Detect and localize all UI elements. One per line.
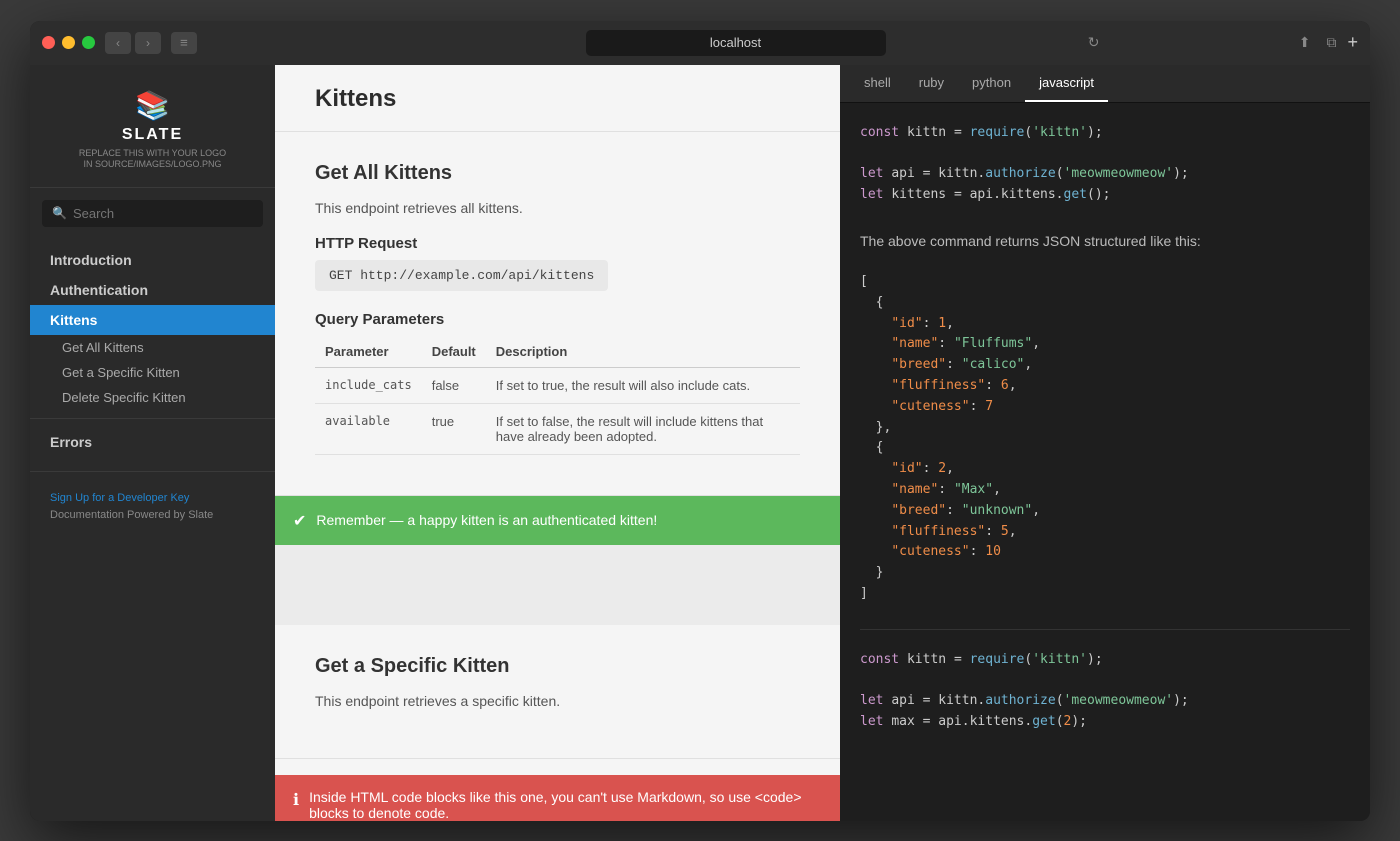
address-bar: localhost <box>586 30 886 56</box>
warning-icon: ℹ <box>293 790 299 810</box>
search-icon: 🔍 <box>52 206 67 220</box>
notice-red-text: Inside HTML code blocks like this one, y… <box>309 789 822 820</box>
code-tabs: shell ruby python javascript <box>840 65 1370 103</box>
code-separator <box>860 629 1350 630</box>
code-block-1: const kittn = require('kittn'); let api … <box>860 123 1350 206</box>
doc-panel: Kittens Get All Kittens This endpoint re… <box>275 65 840 821</box>
sidebar-item-authentication[interactable]: Authentication <box>30 275 275 305</box>
toolbar-right: ⬆ ⧉ + <box>1294 32 1358 53</box>
sidebar-subitem-delete-specific-kitten[interactable]: Delete Specific Kitten <box>30 385 275 410</box>
browser-window: ‹ › ≡ localhost ↻ ⬆ ⧉ + 📚 SLATE REPLACE … <box>30 21 1370 821</box>
col-header-description: Description <box>486 336 800 368</box>
params-table: Parameter Default Description include_ca… <box>315 336 800 455</box>
share-button[interactable]: ⬆ <box>1294 32 1316 53</box>
get-all-kittens-section: Get All Kittens This endpoint retrieves … <box>275 132 840 496</box>
nav-section: Introduction Authentication Kittens Get … <box>30 239 275 463</box>
traffic-lights <box>42 36 95 49</box>
search-box[interactable]: 🔍 <box>42 200 263 227</box>
params-label: Query Parameters <box>315 311 800 328</box>
sidebar-subitem-get-specific-kitten[interactable]: Get a Specific Kitten <box>30 360 275 385</box>
close-button[interactable] <box>42 36 55 49</box>
new-tab-button[interactable]: + <box>1347 32 1358 53</box>
sidebar-divider-2 <box>30 471 275 472</box>
col-header-default: Default <box>422 336 486 368</box>
notice-red: ℹ Inside HTML code blocks like this one,… <box>275 775 840 820</box>
param-default-1: false <box>422 367 486 403</box>
titlebar: ‹ › ≡ localhost ↻ ⬆ ⧉ + <box>30 21 1370 65</box>
notice-green: ✔ Remember — a happy kitten is an authen… <box>275 496 840 545</box>
code-panel: shell ruby python javascript const kittn… <box>840 65 1370 821</box>
code-block-2: const kittn = require('kittn'); let api … <box>860 650 1350 733</box>
param-name-1: include_cats <box>315 367 422 403</box>
footer-text: Documentation Powered by Slate <box>50 509 213 521</box>
get-specific-kitten-section: Get a Specific Kitten This endpoint retr… <box>275 625 840 759</box>
section1-title: Get All Kittens <box>315 162 800 185</box>
col-header-parameter: Parameter <box>315 336 422 368</box>
spacer-1 <box>275 545 840 625</box>
back-button[interactable]: ‹ <box>105 32 131 54</box>
sidebar-subitem-get-all-kittens[interactable]: Get All Kittens <box>30 335 275 360</box>
param-default-2: true <box>422 403 486 454</box>
http-request-label: HTTP Request <box>315 235 800 252</box>
sidebar-footer: Sign Up for a Developer Key Documentatio… <box>30 480 275 535</box>
sidebar-item-kittens[interactable]: Kittens <box>30 305 275 335</box>
logo-icon: 📚 <box>46 89 259 122</box>
content-area: Kittens Get All Kittens This endpoint re… <box>275 65 1370 821</box>
page-title-section: Kittens <box>275 65 840 132</box>
code-content: const kittn = require('kittn'); let api … <box>840 103 1370 821</box>
section1-description: This endpoint retrieves all kittens. <box>315 197 800 219</box>
developer-key-link[interactable]: Sign Up for a Developer Key <box>50 492 189 504</box>
minimize-button[interactable] <box>62 36 75 49</box>
param-name-2: available <box>315 403 422 454</box>
check-icon: ✔ <box>293 511 306 531</box>
http-request-value: GET http://example.com/api/kittens <box>315 260 608 291</box>
table-row: include_cats false If set to true, the r… <box>315 367 800 403</box>
nav-buttons: ‹ › <box>105 32 161 54</box>
view-button[interactable]: ≡ <box>171 32 197 54</box>
section2-description: This endpoint retrieves a specific kitte… <box>315 690 800 712</box>
sidebar-divider <box>30 418 275 419</box>
address-text: localhost <box>710 35 761 50</box>
param-desc-1: If set to true, the result will also inc… <box>486 367 800 403</box>
tabs-button[interactable]: ⧉ <box>1321 32 1341 53</box>
code-desc-1: The above command returns JSON structure… <box>860 230 1350 252</box>
logo-area: 📚 SLATE REPLACE THIS WITH YOUR LOGOIN SO… <box>30 65 275 188</box>
tab-shell[interactable]: shell <box>850 65 905 102</box>
tab-ruby[interactable]: ruby <box>905 65 958 102</box>
notice-green-text: Remember — a happy kitten is an authenti… <box>316 512 657 528</box>
logo-subtitle: REPLACE THIS WITH YOUR LOGOIN SOURCE/IMA… <box>46 148 259 171</box>
reload-button[interactable]: ↻ <box>1088 34 1100 51</box>
param-desc-2: If set to false, the result will include… <box>486 403 800 454</box>
sidebar-item-errors[interactable]: Errors <box>30 427 275 457</box>
section2-title: Get a Specific Kitten <box>315 655 800 678</box>
maximize-button[interactable] <box>82 36 95 49</box>
tab-python[interactable]: python <box>958 65 1025 102</box>
search-input[interactable] <box>73 206 253 221</box>
json-result: [ { "id": 1, "name": "Fluffums", "breed"… <box>860 272 1350 605</box>
sidebar-item-introduction[interactable]: Introduction <box>30 245 275 275</box>
logo-title: SLATE <box>46 126 259 144</box>
tab-javascript[interactable]: javascript <box>1025 65 1108 102</box>
forward-button[interactable]: › <box>135 32 161 54</box>
page-title: Kittens <box>315 85 800 113</box>
main-layout: 📚 SLATE REPLACE THIS WITH YOUR LOGOIN SO… <box>30 65 1370 821</box>
sidebar: 📚 SLATE REPLACE THIS WITH YOUR LOGOIN SO… <box>30 65 275 821</box>
table-row: available true If set to false, the resu… <box>315 403 800 454</box>
